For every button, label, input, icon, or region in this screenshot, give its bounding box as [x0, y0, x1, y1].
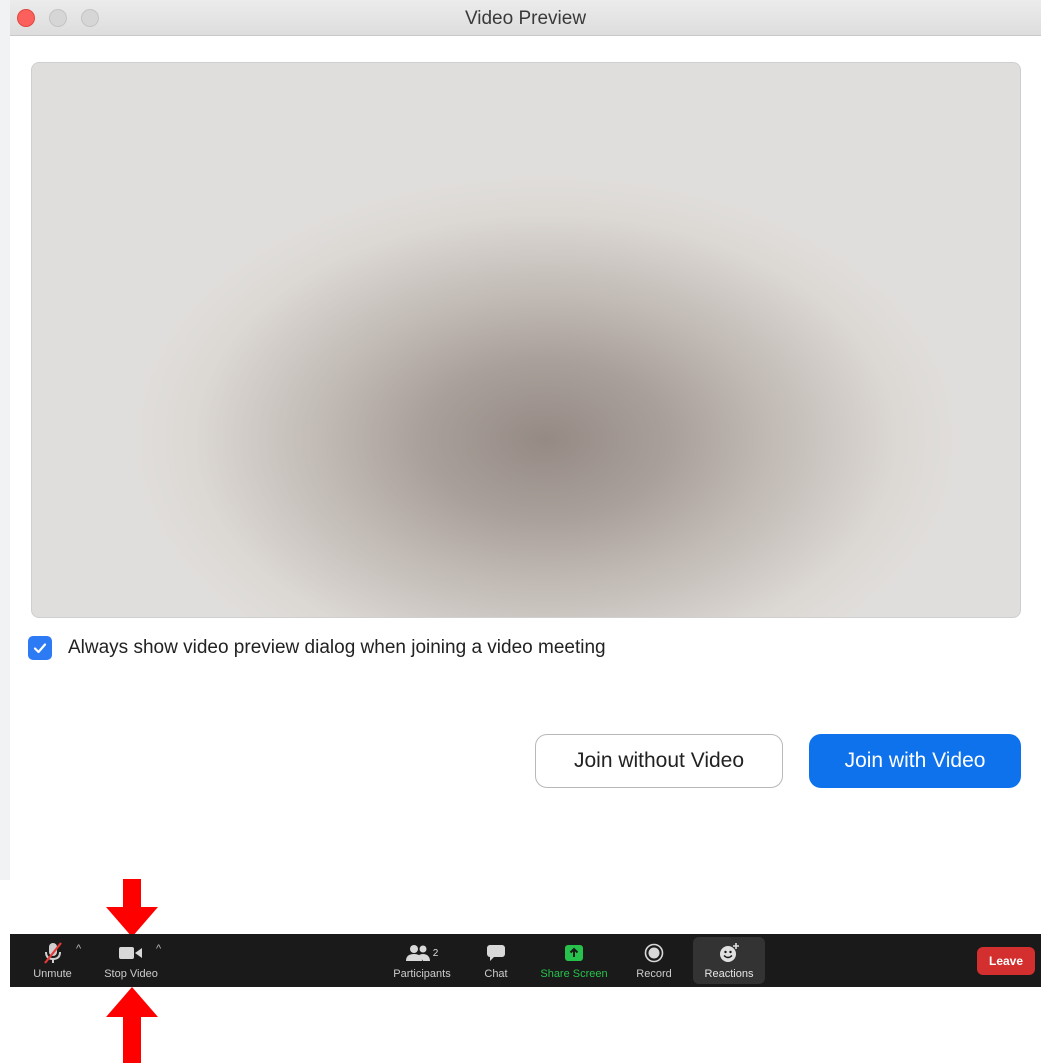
audio-options-caret-icon[interactable]: ^: [76, 943, 81, 955]
participants-icon: [405, 945, 430, 961]
window-title: Video Preview: [464, 8, 587, 29]
reactions-button[interactable]: Reactions: [700, 934, 758, 987]
chat-bubble-icon: [486, 941, 506, 965]
always-show-preview-checkbox[interactable]: [28, 636, 52, 660]
red-arrow-up-icon: [106, 987, 158, 1063]
smiley-icon: [718, 941, 740, 965]
share-screen-button[interactable]: Share Screen: [538, 934, 610, 987]
record-button[interactable]: Record: [632, 934, 676, 987]
reactions-label: Reactions: [704, 968, 754, 980]
chat-label: Chat: [484, 968, 508, 980]
stop-video-button[interactable]: Stop Video: [100, 934, 162, 987]
video-camera-icon: [118, 941, 144, 965]
checkmark-icon: [33, 643, 47, 654]
share-screen-label: Share Screen: [540, 968, 608, 980]
title-bar: Video Preview: [10, 0, 1041, 36]
video-preview-area: [31, 62, 1021, 618]
video-options-caret-icon[interactable]: ^: [156, 943, 161, 955]
share-screen-icon: [564, 941, 584, 965]
join-with-video-button[interactable]: Join with Video: [809, 734, 1021, 788]
participants-button[interactable]: 2 Participants: [390, 934, 454, 987]
participants-count: 2: [432, 947, 439, 959]
unmute-button[interactable]: Unmute: [30, 934, 75, 987]
chat-button[interactable]: Chat: [476, 934, 516, 987]
page: Video Preview Always show video preview …: [0, 0, 1041, 1063]
stop-video-label: Stop Video: [104, 968, 158, 980]
meeting-toolbar: Unmute ^ Stop Video ^ 2 Participants Cha…: [10, 934, 1041, 987]
join-without-video-button[interactable]: Join without Video: [535, 734, 783, 788]
record-icon: [644, 941, 664, 965]
leave-button[interactable]: Leave: [977, 947, 1035, 975]
always-show-preview-option[interactable]: Always show video preview dialog when jo…: [28, 636, 606, 660]
video-preview-window: Video Preview Always show video preview …: [10, 0, 1041, 808]
left-background-strip: [0, 0, 10, 880]
participants-label: Participants: [393, 968, 451, 980]
participants-icon-wrap: 2: [405, 941, 439, 965]
checkbox-label: Always show video preview dialog when jo…: [68, 637, 606, 658]
unmute-label: Unmute: [33, 968, 72, 980]
microphone-muted-icon: [42, 941, 64, 965]
red-arrow-down-icon: [106, 879, 158, 937]
record-label: Record: [636, 968, 672, 980]
